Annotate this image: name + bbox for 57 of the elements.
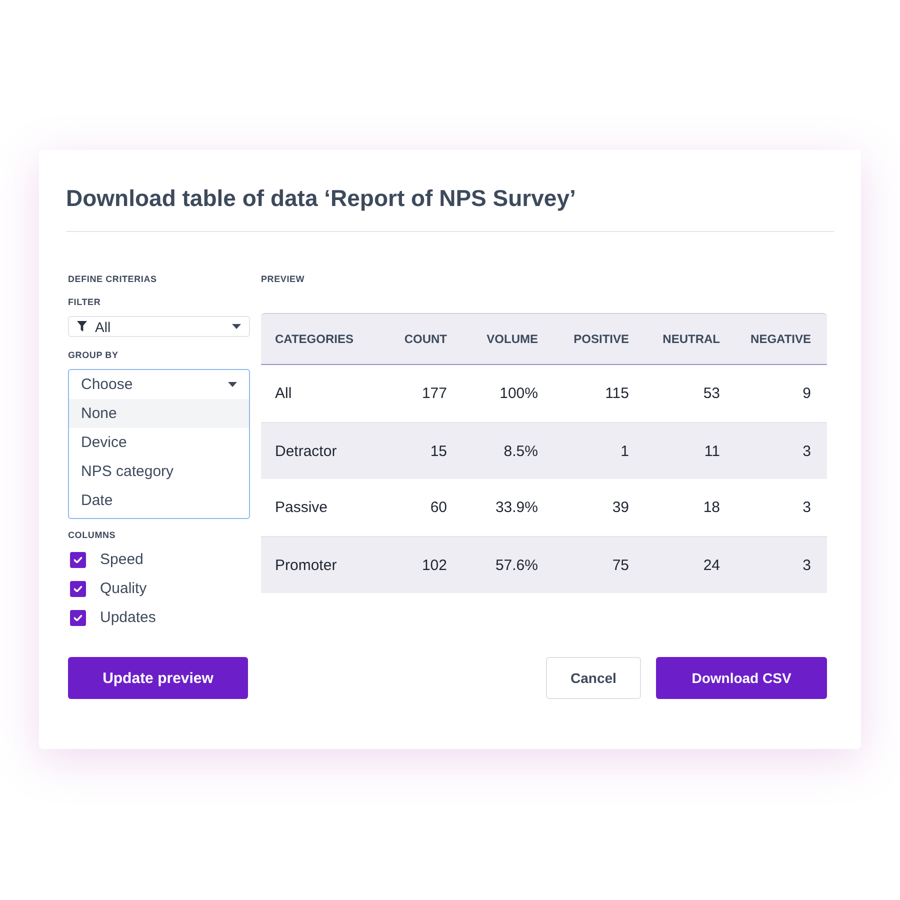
column-header: POSITIVE — [574, 332, 629, 346]
table-cell: 102 — [422, 556, 447, 574]
table-cell: 18 — [703, 499, 720, 516]
checkbox[interactable] — [70, 610, 86, 626]
table-cell: 75 — [612, 556, 629, 574]
cancel-button[interactable]: Cancel — [546, 657, 641, 699]
caret-icon — [232, 324, 241, 329]
group-by-dropdown[interactable]: Choose None Device NPS category Date — [68, 369, 250, 519]
table-cell: 33.9% — [495, 499, 538, 516]
caret-icon — [228, 382, 237, 387]
table-cell: 115 — [605, 385, 629, 402]
dropdown-option[interactable]: Date — [69, 486, 249, 515]
table-cell: 53 — [703, 385, 720, 402]
checkbox[interactable] — [70, 552, 86, 568]
section-heading: DEFINE CRITERIAS — [68, 273, 157, 285]
table-cell: Detractor — [275, 442, 337, 460]
download-button[interactable]: Download CSV — [656, 657, 827, 699]
section-heading: PREVIEW — [261, 273, 305, 285]
table-cell: 100% — [500, 385, 538, 402]
dropdown-option[interactable]: None — [69, 399, 249, 428]
table-cell: 57.6% — [495, 556, 538, 574]
checkmark-icon — [74, 556, 82, 562]
table-cell: All — [275, 385, 292, 402]
table-cell: 9 — [802, 385, 811, 402]
dialog-title: Download table of data ‘Report of NPS Survey’ — [66, 184, 576, 213]
field-label: FILTER — [68, 296, 101, 308]
update-preview-button[interactable]: Update preview — [68, 657, 248, 699]
table-cell: 177 — [422, 385, 447, 402]
table-cell: 1 — [620, 442, 629, 460]
checkmark-icon — [74, 586, 82, 592]
table-cell: 15 — [430, 442, 447, 460]
table-cell: 3 — [802, 442, 811, 460]
table-cell: 60 — [430, 499, 447, 516]
checkbox-label[interactable]: Quality — [100, 580, 147, 597]
checkbox[interactable] — [70, 580, 86, 596]
table-cell: Passive — [275, 499, 328, 516]
column-header: NEGATIVE — [750, 332, 811, 346]
column-header: COUNT — [404, 332, 447, 346]
checkbox-label[interactable]: Speed — [100, 551, 144, 568]
table-cell: 3 — [802, 499, 811, 516]
dropdown-option[interactable]: Device — [69, 428, 249, 457]
table-cell: 3 — [802, 556, 811, 574]
checkmark-icon — [74, 614, 82, 620]
dropdown-option[interactable]: NPS category — [69, 457, 249, 486]
checkbox-label[interactable]: Updates — [100, 609, 156, 626]
column-header: VOLUME — [486, 332, 538, 346]
table-cell: 24 — [703, 556, 720, 574]
table-cell: Promoter — [275, 556, 337, 574]
table-cell: 39 — [612, 499, 629, 516]
field-label: GROUP BY — [68, 349, 118, 361]
table-cell: 8.5% — [504, 442, 538, 460]
filter-icon — [77, 321, 87, 332]
filter-select[interactable]: All — [68, 316, 250, 337]
column-header: NEUTRAL — [662, 332, 720, 346]
table-cell: 11 — [704, 442, 720, 460]
field-label: COLUMNS — [68, 529, 116, 541]
column-header: CATEGORIES — [275, 332, 354, 346]
